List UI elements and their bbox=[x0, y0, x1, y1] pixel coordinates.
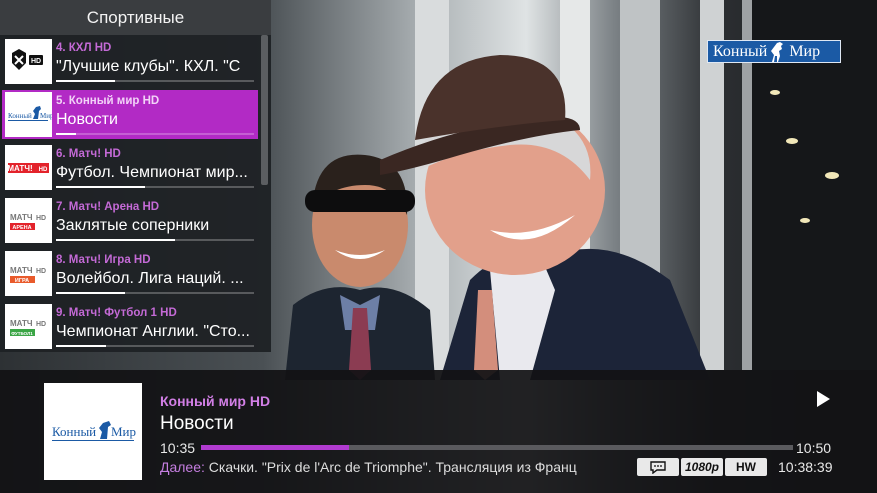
progress-fill bbox=[56, 239, 175, 241]
match-football1-logo-icon: МАТЧ HD ФУТБОЛ1 bbox=[10, 319, 46, 336]
program-start-time: 10:35 bbox=[160, 440, 196, 456]
match-igra-logo: МАТЧ HD ИГРА bbox=[5, 251, 52, 296]
channel-number-name: 9. Матч! Футбол 1 HD bbox=[56, 307, 177, 319]
subtitles-icon bbox=[650, 460, 666, 474]
svg-text:HD: HD bbox=[31, 58, 41, 65]
match-arena-logo: МАТЧ HD АРЕНА bbox=[5, 198, 52, 243]
channel-number-name: 6. Матч! HD bbox=[56, 148, 121, 160]
svg-text:Мир: Мир bbox=[40, 112, 52, 120]
svg-text:HD: HD bbox=[39, 167, 48, 173]
svg-text:HD: HD bbox=[36, 215, 46, 222]
next-label: Далее: bbox=[160, 459, 205, 475]
channel-item-match-arena-hd[interactable]: МАТЧ HD АРЕНА 7. Матч! Арена HD Заклятые… bbox=[2, 196, 258, 245]
channel-progress-bar bbox=[56, 133, 254, 135]
progress-fill bbox=[56, 292, 126, 294]
current-channel-name: Конный мир HD bbox=[160, 393, 271, 409]
svg-text:МАТЧ: МАТЧ bbox=[10, 319, 33, 328]
konny-mir-large-logo-icon: Конный Мир bbox=[52, 420, 136, 441]
svg-text:ФУТБОЛ1: ФУТБОЛ1 bbox=[11, 331, 33, 336]
channel-program-title: "Лучшие клубы". КХЛ. "С bbox=[56, 58, 241, 75]
channel-watermark: Конный Мир bbox=[707, 40, 841, 63]
program-progress-bar bbox=[201, 445, 793, 450]
subtitles-badge[interactable] bbox=[637, 458, 679, 476]
channel-item-match-igra-hd[interactable]: МАТЧ HD ИГРА 8. Матч! Игра HD Волейбол. … bbox=[2, 249, 258, 298]
match-hd-logo: МАТЧ! HD bbox=[5, 145, 52, 190]
channel-progress-bar bbox=[56, 80, 254, 82]
channel-item-konny-mir-hd[interactable]: Конный Мир 5. Конный мир HD Новости bbox=[2, 90, 258, 139]
match-football1-logo: МАТЧ HD ФУТБОЛ1 bbox=[5, 304, 52, 349]
channel-progress-bar bbox=[56, 186, 254, 188]
svg-text:ИГРА: ИГРА bbox=[15, 278, 29, 284]
play-icon[interactable] bbox=[817, 391, 830, 407]
watermark-text-right: Мир bbox=[789, 42, 821, 60]
person-b-figure bbox=[380, 55, 710, 380]
next-program-text: Скачки. "Prix de l'Arc de Triomphe". Тра… bbox=[204, 459, 577, 475]
channel-item-match-hd[interactable]: МАТЧ! HD 6. Матч! HD Футбол. Чемпионат м… bbox=[2, 143, 258, 192]
channel-item-match-football1-hd[interactable]: МАТЧ HD ФУТБОЛ1 9. Матч! Футбол 1 HD Чем… bbox=[2, 302, 258, 351]
khl-hd-logo: HD bbox=[5, 39, 52, 84]
channel-item-khl-hd[interactable]: HD 4. КХЛ HD "Лучшие клубы". КХЛ. "С bbox=[2, 37, 258, 86]
svg-text:HD: HD bbox=[36, 321, 46, 328]
watermark-text-left: Конный bbox=[713, 42, 768, 60]
match-arena-logo-icon: МАТЧ HD АРЕНА bbox=[10, 213, 46, 231]
channel-program-title: Волейбол. Лига наций. ... bbox=[56, 270, 244, 287]
channel-list-panel: Спортивные HD 4. КХЛ HD "Лучшие клубы". … bbox=[0, 0, 271, 352]
svg-text:МАТЧ!: МАТЧ! bbox=[7, 164, 32, 173]
program-end-time: 10:50 bbox=[796, 440, 832, 456]
now-playing-info-bar: Конный Мир Конный мир HD Новости 10:35 1… bbox=[0, 370, 877, 493]
progress-fill bbox=[56, 345, 106, 347]
program-progress-fill bbox=[201, 445, 349, 450]
svg-text:МАТЧ: МАТЧ bbox=[10, 266, 33, 275]
svg-text:Конный: Конный bbox=[8, 112, 32, 120]
next-program: Далее: Скачки. "Prix de l'Arc de Triomph… bbox=[160, 459, 600, 475]
konny-mir-logo: Конный Мир bbox=[5, 92, 52, 137]
channel-program-title: Чемпионат Англии. "Сто... bbox=[56, 323, 250, 340]
horse-icon bbox=[771, 41, 784, 62]
resolution-badge: 1080p bbox=[681, 458, 723, 476]
progress-fill bbox=[56, 80, 116, 82]
channel-program-title: Футбол. Чемпионат мир... bbox=[56, 164, 248, 181]
channel-number-name: 5. Конный мир HD bbox=[56, 95, 160, 107]
svg-text:АРЕНА: АРЕНА bbox=[12, 225, 31, 231]
svg-text:HD: HD bbox=[36, 268, 46, 275]
channel-list-scrollbar[interactable] bbox=[261, 35, 268, 185]
channel-number-name: 7. Матч! Арена HD bbox=[56, 201, 160, 213]
match-hd-logo-icon: МАТЧ! HD bbox=[7, 163, 49, 173]
channel-group-title: Спортивные bbox=[0, 0, 271, 35]
svg-text:МАТЧ: МАТЧ bbox=[10, 213, 33, 222]
channel-program-title: Заклятые соперники bbox=[56, 217, 210, 234]
khl-logo-icon: HD bbox=[12, 49, 43, 70]
current-program-title: Новости bbox=[160, 413, 234, 434]
current-channel-logo: Конный Мир bbox=[44, 383, 142, 480]
match-igra-logo-icon: МАТЧ HD ИГРА bbox=[10, 266, 46, 284]
logo-text-right: Мир bbox=[111, 424, 136, 439]
channel-progress-bar bbox=[56, 292, 254, 294]
channel-number-name: 8. Матч! Игра HD bbox=[56, 254, 151, 266]
progress-fill bbox=[56, 133, 76, 135]
channel-progress-bar bbox=[56, 239, 254, 241]
channel-progress-bar bbox=[56, 345, 254, 347]
channel-number-name: 4. КХЛ HD bbox=[56, 42, 112, 54]
channel-program-title: Новости bbox=[56, 111, 118, 128]
konny-mir-logo-icon: Конный Мир bbox=[8, 106, 52, 121]
clock: 10:38:39 bbox=[778, 459, 833, 475]
logo-text-left: Конный bbox=[52, 424, 96, 439]
progress-fill bbox=[56, 186, 146, 188]
decoder-badge: HW bbox=[725, 458, 767, 476]
